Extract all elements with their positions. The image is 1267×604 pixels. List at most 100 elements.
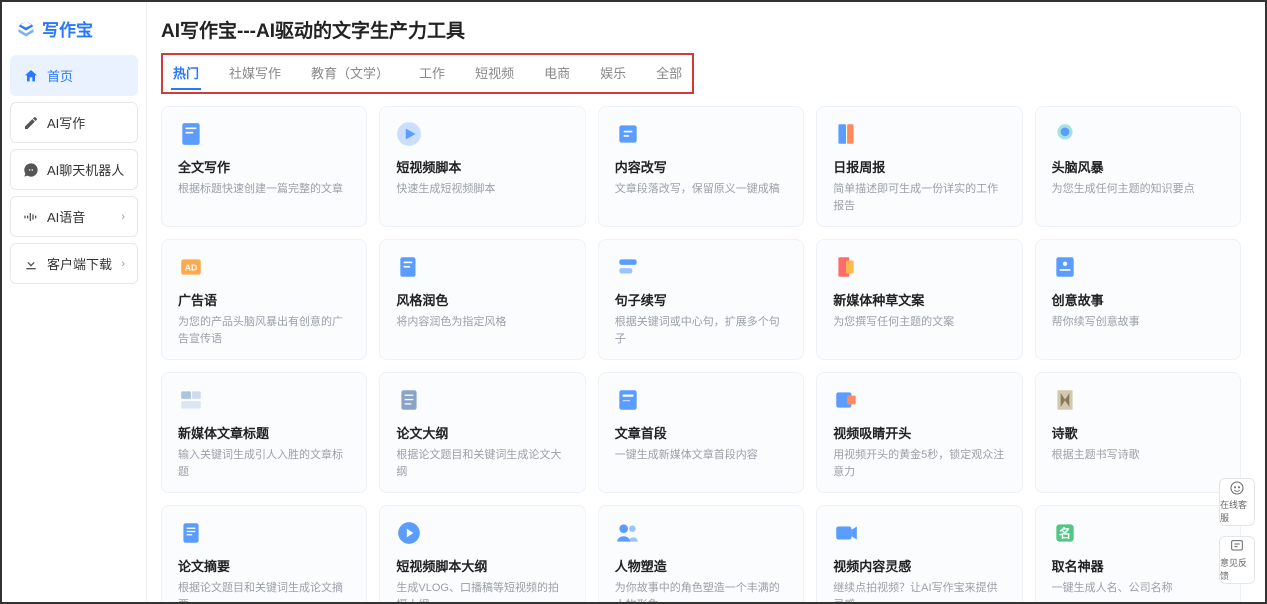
tab-all[interactable]: 全部 bbox=[654, 59, 684, 88]
logo: 写作宝 bbox=[10, 12, 138, 55]
card-sentence-continue[interactable]: 句子续写 根据关键词或中心句，扩展多个句子 bbox=[598, 239, 804, 360]
sidebar-item-label: AI写作 bbox=[47, 113, 85, 132]
card-desc: 为您的产品头脑风暴出有创意的广告宣传语 bbox=[178, 314, 350, 347]
video-open-icon bbox=[833, 387, 859, 413]
report-icon bbox=[833, 121, 859, 147]
play-icon bbox=[396, 121, 422, 147]
card-desc: 继续点拍视频？让AI写作宝来提供灵感 bbox=[833, 580, 1005, 602]
story-icon bbox=[1052, 254, 1078, 280]
chat-icon bbox=[23, 162, 39, 178]
card-video-inspiration[interactable]: 视频内容灵感 继续点拍视频？让AI写作宝来提供灵感 bbox=[816, 505, 1022, 602]
headset-icon bbox=[1229, 480, 1245, 496]
page-title: AI写作宝---AI驱动的文字生产力工具 bbox=[161, 16, 1241, 43]
title-icon bbox=[178, 387, 204, 413]
paragraph-icon bbox=[615, 387, 641, 413]
card-title: 短视频脚本 bbox=[396, 157, 568, 176]
people-icon bbox=[615, 520, 641, 546]
card-naming[interactable]: 名 取名神器 一键生成人名、公司名称 bbox=[1035, 505, 1241, 602]
card-video-opening[interactable]: 视频吸睛开头 用视频开头的黄金5秒，锁定观众注意力 bbox=[816, 372, 1022, 493]
tab-work[interactable]: 工作 bbox=[417, 59, 447, 88]
logo-text: 写作宝 bbox=[42, 16, 93, 41]
video-outline-icon bbox=[396, 520, 422, 546]
card-title: 取名神器 bbox=[1052, 556, 1224, 575]
sidebar-item-label: AI语音 bbox=[47, 207, 85, 226]
card-short-video-outline[interactable]: 短视频脚本大纲 生成VLOG、口播稿等短视频的拍摄大纲 bbox=[379, 505, 585, 602]
card-desc: 输入关键词生成引人入胜的文章标题 bbox=[178, 447, 350, 480]
card-title: 全文写作 bbox=[178, 157, 350, 176]
card-title: 广告语 bbox=[178, 290, 350, 309]
outline-icon bbox=[396, 387, 422, 413]
sidebar: 写作宝 首页 AI写作 AI聊天机器人 AI语音 › 客户端下载 › bbox=[2, 2, 147, 602]
card-paper-outline[interactable]: 论文大纲 根据论文题目和关键词生成论文大纲 bbox=[379, 372, 585, 493]
sidebar-item-chatbot[interactable]: AI聊天机器人 bbox=[10, 149, 138, 190]
tab-ecommerce[interactable]: 电商 bbox=[542, 59, 572, 88]
card-style-polish[interactable]: 风格润色 将内容润色为指定风格 bbox=[379, 239, 585, 360]
card-desc: 一键生成人名、公司名称 bbox=[1052, 580, 1224, 597]
inspiration-icon bbox=[833, 520, 859, 546]
card-desc: 简单描述即可生成一份详实的工作报告 bbox=[833, 181, 1005, 214]
float-label: 意见反馈 bbox=[1220, 556, 1254, 582]
card-desc: 帮你续写创意故事 bbox=[1052, 314, 1224, 331]
main-content: AI写作宝---AI驱动的文字生产力工具 热门 社媒写作 教育（文学） 工作 短… bbox=[147, 2, 1265, 602]
tabs-highlight-box: 热门 社媒写作 教育（文学） 工作 短视频 电商 娱乐 全部 bbox=[161, 53, 694, 94]
card-brainstorm[interactable]: 头脑风暴 为您生成任何主题的知识要点 bbox=[1035, 106, 1241, 227]
card-title: 论文摘要 bbox=[178, 556, 350, 575]
download-icon bbox=[23, 256, 39, 272]
card-full-writing[interactable]: 全文写作 根据标题快速创建一篇完整的文章 bbox=[161, 106, 367, 227]
card-title: 视频内容灵感 bbox=[833, 556, 1005, 575]
card-rewrite[interactable]: 内容改写 文章段落改写，保留原义一键成稿 bbox=[598, 106, 804, 227]
media-copy-icon bbox=[833, 254, 859, 280]
float-buttons: 在线客服 意见反馈 bbox=[1219, 478, 1255, 584]
card-new-media-copy[interactable]: 新媒体种草文案 为您撰写任何主题的文案 bbox=[816, 239, 1022, 360]
card-desc: 根据论文题目和关键词生成论文摘要 bbox=[178, 580, 350, 602]
sidebar-item-download[interactable]: 客户端下载 › bbox=[10, 243, 138, 284]
card-title: 论文大纲 bbox=[396, 423, 568, 442]
tab-hot[interactable]: 热门 bbox=[171, 59, 201, 88]
card-title: 创意故事 bbox=[1052, 290, 1224, 309]
card-short-video-script[interactable]: 短视频脚本 快速生成短视频脚本 bbox=[379, 106, 585, 227]
card-desc: 根据关键词或中心句，扩展多个句子 bbox=[615, 314, 787, 347]
tab-education[interactable]: 教育（文学） bbox=[309, 59, 391, 88]
tab-entertainment[interactable]: 娱乐 bbox=[598, 59, 628, 88]
card-desc: 将内容润色为指定风格 bbox=[396, 314, 568, 331]
card-poetry[interactable]: 诗歌 根据主题书写诗歌 bbox=[1035, 372, 1241, 493]
svg-text:AD: AD bbox=[185, 262, 198, 272]
doc-icon bbox=[178, 121, 204, 147]
float-customer-service[interactable]: 在线客服 bbox=[1219, 478, 1255, 526]
card-paper-abstract[interactable]: 论文摘要 根据论文题目和关键词生成论文摘要 bbox=[161, 505, 367, 602]
polish-icon bbox=[396, 254, 422, 280]
card-title: 头脑风暴 bbox=[1052, 157, 1224, 176]
rewrite-icon bbox=[615, 121, 641, 147]
abstract-icon bbox=[178, 520, 204, 546]
card-desc: 根据主题书写诗歌 bbox=[1052, 447, 1224, 464]
card-grid: 全文写作 根据标题快速创建一篇完整的文章 短视频脚本 快速生成短视频脚本 内容改… bbox=[161, 106, 1241, 602]
card-creative-story[interactable]: 创意故事 帮你续写创意故事 bbox=[1035, 239, 1241, 360]
card-title: 短视频脚本大纲 bbox=[396, 556, 568, 575]
svg-text:名: 名 bbox=[1059, 526, 1071, 540]
tab-social[interactable]: 社媒写作 bbox=[227, 59, 283, 88]
continue-icon bbox=[615, 254, 641, 280]
card-title: 诗歌 bbox=[1052, 423, 1224, 442]
home-icon bbox=[23, 68, 39, 84]
card-advertising[interactable]: AD 广告语 为您的产品头脑风暴出有创意的广告宣传语 bbox=[161, 239, 367, 360]
card-title: 句子续写 bbox=[615, 290, 787, 309]
tab-shortvideo[interactable]: 短视频 bbox=[473, 59, 516, 88]
card-report[interactable]: 日报周报 简单描述即可生成一份详实的工作报告 bbox=[816, 106, 1022, 227]
sidebar-item-home[interactable]: 首页 bbox=[10, 55, 138, 96]
chevron-right-icon: › bbox=[121, 258, 125, 270]
card-desc: 文章段落改写，保留原义一键成稿 bbox=[615, 181, 787, 198]
card-desc: 为您撰写任何主题的文案 bbox=[833, 314, 1005, 331]
card-article-title[interactable]: 新媒体文章标题 输入关键词生成引人入胜的文章标题 bbox=[161, 372, 367, 493]
tabs: 热门 社媒写作 教育（文学） 工作 短视频 电商 娱乐 全部 bbox=[171, 59, 684, 88]
card-character[interactable]: 人物塑造 为你故事中的角色塑造一个丰满的人物形象 bbox=[598, 505, 804, 602]
brainstorm-icon bbox=[1052, 121, 1078, 147]
card-first-paragraph[interactable]: 文章首段 一键生成新媒体文章首段内容 bbox=[598, 372, 804, 493]
float-feedback[interactable]: 意见反馈 bbox=[1219, 536, 1255, 584]
sidebar-item-label: 首页 bbox=[47, 66, 73, 85]
card-title: 新媒体文章标题 bbox=[178, 423, 350, 442]
card-desc: 一键生成新媒体文章首段内容 bbox=[615, 447, 787, 464]
sidebar-item-write[interactable]: AI写作 bbox=[10, 102, 138, 143]
sidebar-item-audio[interactable]: AI语音 › bbox=[10, 196, 138, 237]
card-title: 人物塑造 bbox=[615, 556, 787, 575]
sidebar-item-label: 客户端下载 bbox=[47, 254, 112, 273]
